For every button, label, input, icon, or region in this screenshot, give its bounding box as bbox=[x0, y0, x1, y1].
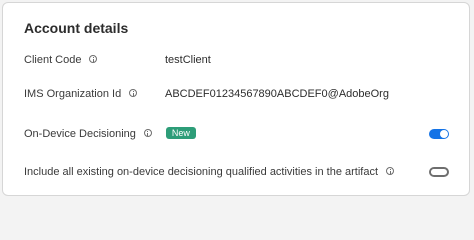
new-badge: New bbox=[165, 127, 196, 140]
info-icon[interactable] bbox=[386, 167, 395, 176]
ims-org-label-row: IMS Organization Id bbox=[24, 88, 138, 100]
on-device-toggle[interactable] bbox=[429, 129, 449, 139]
include-activities-label: Include all existing on-device decisioni… bbox=[24, 166, 379, 178]
ims-org-label: IMS Organization Id bbox=[24, 88, 122, 100]
info-icon[interactable] bbox=[129, 89, 138, 98]
on-device-label: On-Device Decisioning bbox=[24, 128, 136, 140]
ims-org-value: ABCDEF01234567890ABCDEF0@AdobeOrg bbox=[165, 88, 389, 100]
toggle-knob bbox=[431, 169, 437, 175]
include-activities-toggle[interactable] bbox=[429, 167, 449, 177]
info-icon[interactable] bbox=[89, 55, 98, 64]
client-code-label: Client Code bbox=[24, 54, 82, 66]
on-device-label-row: On-Device Decisioning New bbox=[24, 127, 196, 140]
section-title: Account details bbox=[24, 20, 129, 36]
account-details-card: Account details Client Code testClient I… bbox=[2, 2, 470, 196]
toggle-knob bbox=[440, 130, 448, 138]
client-code-value: testClient bbox=[165, 54, 211, 66]
info-icon[interactable] bbox=[143, 129, 152, 138]
include-activities-label-row: Include all existing on-device decisioni… bbox=[24, 166, 395, 178]
client-code-label-row: Client Code bbox=[24, 54, 98, 66]
